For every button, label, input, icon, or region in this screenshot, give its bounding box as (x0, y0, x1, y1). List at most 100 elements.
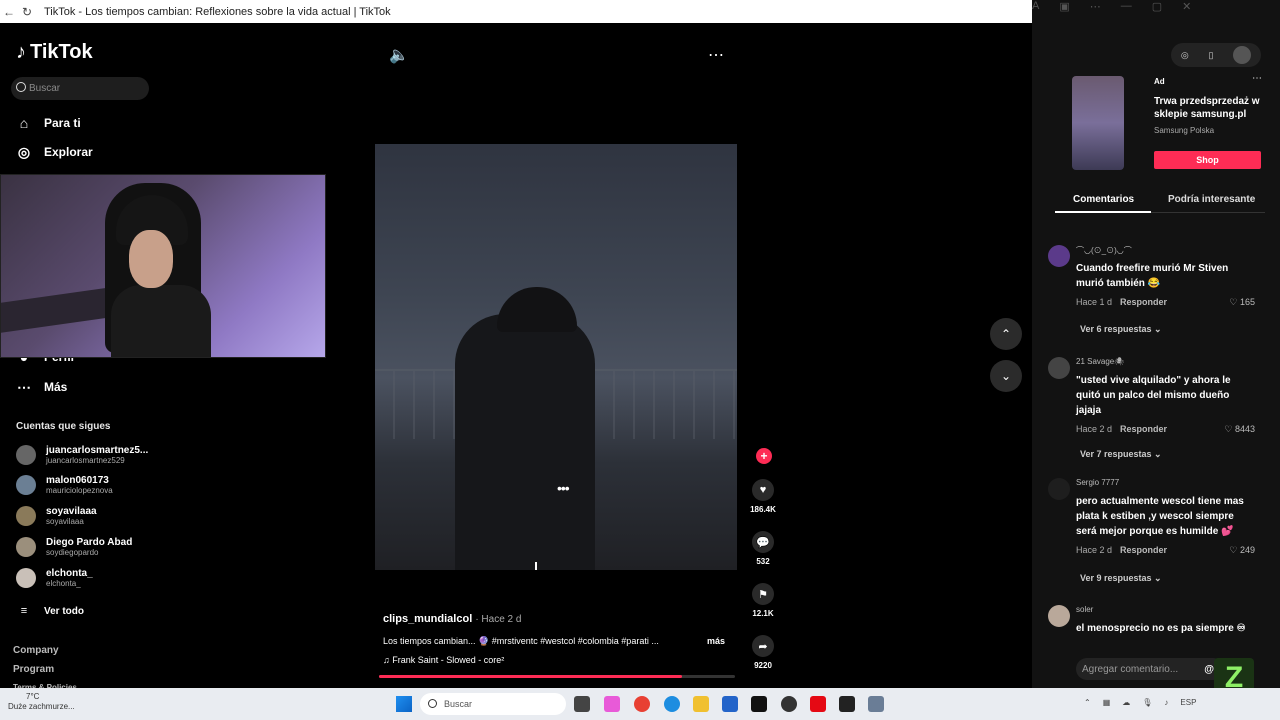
more-link[interactable]: más (707, 636, 725, 646)
language-indicator[interactable]: ESP (1180, 698, 1196, 707)
chevron-up-icon[interactable]: ⌃ (1084, 698, 1091, 707)
bookmark-icon: ⚑ (752, 583, 774, 605)
volume-icon[interactable]: 🔈 (389, 45, 409, 65)
store-icon[interactable] (722, 696, 738, 712)
share-action[interactable]: ➦ 9220 (745, 635, 781, 670)
refresh-icon[interactable]: ↻ (18, 5, 36, 19)
avatar[interactable] (1048, 245, 1070, 267)
tiktok-logo[interactable]: ♪ TikTok (16, 41, 93, 64)
video-player[interactable]: ••• (375, 144, 737, 570)
following-item[interactable]: juancarlosmartnez5... juancarlosmartnez52… (16, 445, 148, 465)
share-icon: ➦ (752, 635, 774, 657)
active-tab-indicator (1055, 211, 1151, 213)
following-item[interactable]: elchonta_ elchonta_ (16, 568, 93, 588)
avatar (16, 568, 36, 588)
ad-brand: Samsung Polska (1154, 126, 1215, 135)
copilot-icon[interactable] (604, 696, 620, 712)
tiktok-taskbar-icon[interactable] (751, 696, 767, 712)
home-icon: ⌂ (19, 115, 29, 131)
coins-icon[interactable]: ◎ (1181, 50, 1189, 61)
ad-card[interactable]: Ad ⋯ Trwa przedsprzedaż w sklepie samsun… (1050, 73, 1265, 173)
see-all-link[interactable]: ≡ Ver todo (16, 603, 84, 619)
avatar[interactable] (1048, 478, 1070, 500)
avatar (16, 475, 36, 495)
netflix-icon[interactable] (810, 696, 826, 712)
ad-menu-icon[interactable]: ⋯ (1252, 73, 1262, 84)
save-action[interactable]: ⚑ 12.1K (745, 583, 781, 618)
avatar (16, 445, 36, 465)
list-icon: ≡ (20, 605, 28, 617)
heart-icon: ♥ (752, 479, 774, 501)
nav-explorar[interactable]: ◎ Explorar (16, 144, 93, 160)
video-description: Los tiempos cambian... 🔮 #mrstiventc #we… (383, 636, 659, 646)
tiktok-note-icon: ♪ (16, 41, 26, 63)
tiktok-app: ♪ TikTok Buscar ⌂ Para ti ◎ Explorar ● P… (0, 23, 1280, 698)
network-icon[interactable]: ▦ (1103, 698, 1111, 707)
view-replies[interactable]: Ver 7 respuestas ⌄ (1080, 449, 1162, 460)
comment-likes[interactable]: ♡ 8443 (1224, 424, 1255, 435)
comment-item: Sergio 7777 pero actualmente wescol tien… (1048, 478, 1260, 588)
settings-icon[interactable] (868, 696, 884, 712)
mention-icon[interactable]: @ (1204, 664, 1214, 675)
following-title: Cuentas que sigues (16, 421, 111, 432)
task-view-icon[interactable] (574, 696, 590, 712)
view-replies[interactable]: Ver 9 respuestas ⌄ (1080, 573, 1162, 584)
profile-avatar[interactable] (1233, 46, 1252, 64)
weather-widget[interactable]: 7°C Duże zachmurze... (8, 692, 75, 712)
more-icon: ⋯ (17, 378, 31, 395)
add-comment-input[interactable]: Agregar comentario... @ (1076, 658, 1224, 680)
search-input[interactable]: Buscar (11, 77, 149, 100)
following-item[interactable]: soyavilaaa soyavilaaa (16, 506, 97, 526)
webcam-overlay (0, 174, 326, 358)
comment-item: soler el menosprecio no es pa siempre ♾ (1048, 605, 1260, 645)
previous-video-button[interactable]: ⌃ (990, 318, 1022, 350)
windows-start-icon[interactable] (396, 696, 412, 712)
options-icon[interactable]: ⋯ (708, 45, 724, 65)
taskbar-search[interactable]: Buscar (420, 693, 566, 715)
tab-comentarios[interactable]: Comentarios (1073, 194, 1134, 205)
video-author[interactable]: clips_mundialcol · Hace 2 d (383, 613, 521, 625)
footer-company[interactable]: Company (13, 645, 59, 656)
comment-action[interactable]: 💬 532 (745, 531, 781, 566)
cloud-icon[interactable]: ☁ (1122, 698, 1130, 707)
mouse-cursor (535, 562, 543, 570)
volume-icon[interactable]: ♪ (1164, 698, 1168, 707)
comment-likes[interactable]: ♡ 249 (1229, 545, 1255, 556)
video-menu-icon[interactable]: ••• (557, 480, 570, 496)
edge-icon[interactable] (664, 696, 680, 712)
streamer-face (129, 230, 173, 288)
top-right-controls: ◎ ▯ (1171, 43, 1261, 67)
view-replies[interactable]: Ver 6 respuestas ⌄ (1080, 324, 1162, 335)
following-item[interactable]: malon060173 mauriciolopeznova (16, 475, 113, 495)
avatar[interactable] (1048, 357, 1070, 379)
sidebar: ♪ TikTok Buscar ⌂ Para ti ◎ Explorar ● P… (0, 23, 370, 692)
nav-para-ti[interactable]: ⌂ Para ti (16, 115, 81, 131)
shop-button[interactable]: Shop (1154, 151, 1261, 169)
search-icon (16, 82, 26, 92)
app-icon[interactable] (839, 696, 855, 712)
following-item[interactable]: Diego Pardo Abad soydiegopardo (16, 537, 132, 557)
window-title: TikTok - Los tiempos cambian: Reflexione… (44, 5, 391, 18)
chrome-icon[interactable] (634, 696, 650, 712)
tab-podria-interesarte[interactable]: Podría interesante (1168, 194, 1255, 205)
mic-icon[interactable]: 🎙 (1142, 698, 1152, 707)
app-icon[interactable] (781, 696, 797, 712)
nav-mas[interactable]: ⋯ Más (16, 379, 67, 395)
next-video-button[interactable]: ⌄ (990, 360, 1022, 392)
back-icon[interactable]: ← (0, 5, 18, 19)
reply-button[interactable]: Responder (1120, 424, 1167, 434)
avatar[interactable] (1048, 605, 1070, 627)
comment-item: 21 Savage🕷 "usted vive alquilado" y ahor… (1048, 357, 1260, 460)
reply-button[interactable]: Responder (1120, 545, 1167, 555)
follow-plus-button[interactable]: + (756, 448, 772, 464)
video-progress-bar[interactable] (379, 675, 735, 678)
video-feed: 🔈 ⋯ ••• + ♥ 186.4K 💬 532 ⚑ 12.1K ➦ 9220 … (370, 23, 1032, 688)
device-icon[interactable]: ▯ (1208, 50, 1213, 61)
music-link[interactable]: ♫ Frank Saint - Slowed - core² (383, 655, 504, 665)
file-explorer-icon[interactable] (693, 696, 709, 712)
ad-headline: Trwa przedsprzedaż w sklepie samsung.pl (1154, 96, 1260, 120)
footer-program[interactable]: Program (13, 664, 54, 675)
reply-button[interactable]: Responder (1120, 297, 1167, 307)
comment-likes[interactable]: ♡ 165 (1229, 297, 1255, 308)
like-action[interactable]: ♥ 186.4K (745, 479, 781, 514)
